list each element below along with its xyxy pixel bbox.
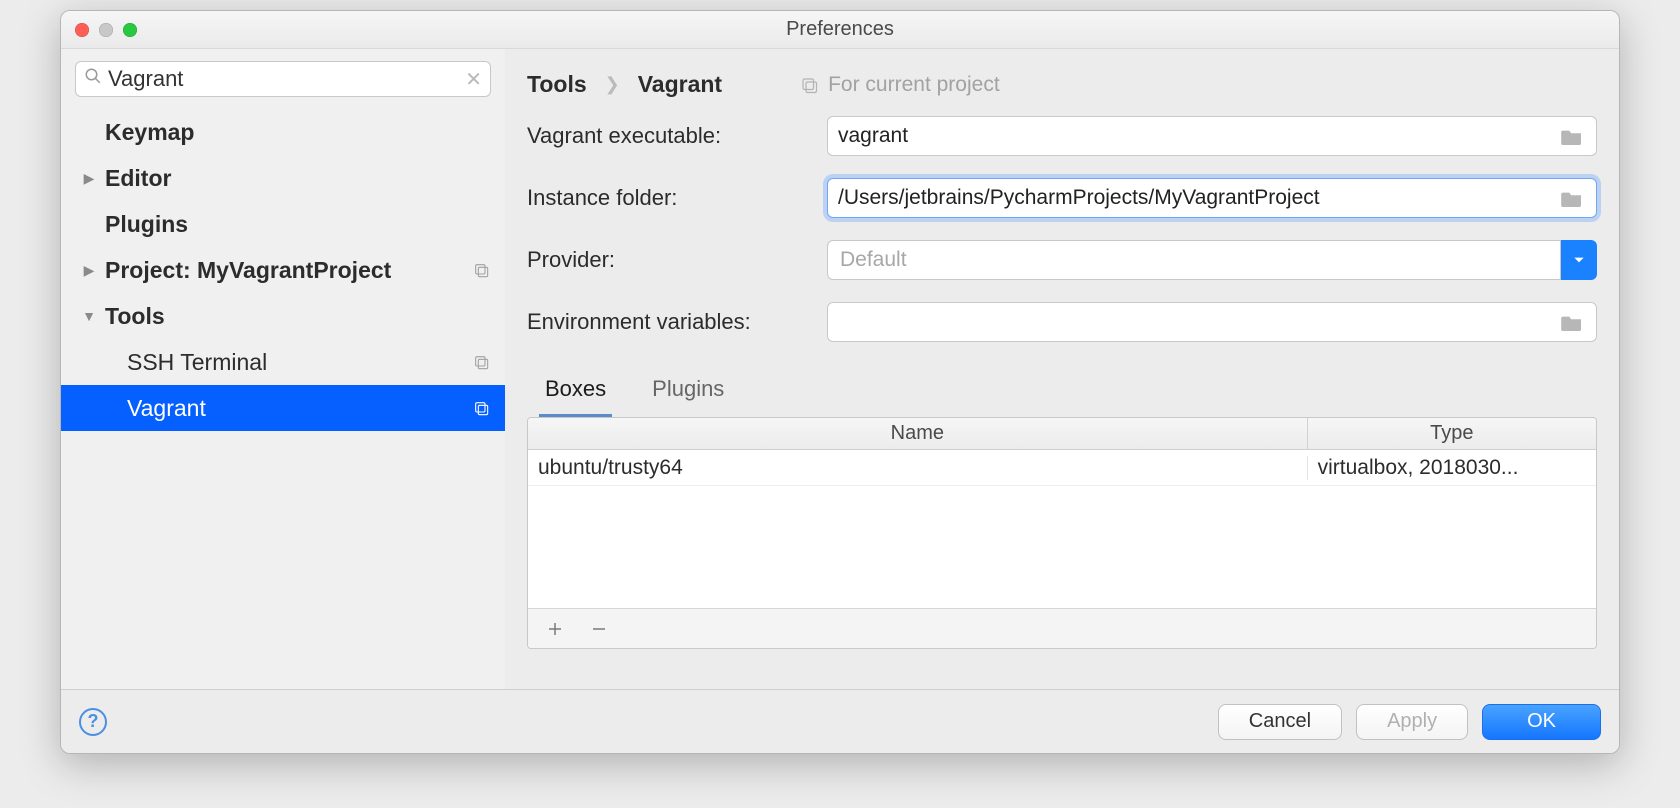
- dialog-footer: ? Cancel Apply OK: [61, 689, 1619, 753]
- window-title: Preferences: [61, 18, 1619, 41]
- vagrant-executable-label: Vagrant executable:: [527, 123, 827, 149]
- col-header-type[interactable]: Type: [1308, 418, 1596, 449]
- tab-boxes[interactable]: Boxes: [539, 370, 612, 418]
- tree-label: Tools: [105, 303, 165, 330]
- preferences-sidebar: ✕ Keymap ▶ Editor Plugins ▶ Pro: [61, 49, 505, 689]
- clear-search-icon[interactable]: ✕: [465, 67, 482, 92]
- browse-folder-icon[interactable]: [1558, 189, 1586, 207]
- provider-value: Default: [840, 248, 907, 272]
- preferences-window: Preferences ✕ Keymap ▶: [60, 10, 1620, 754]
- table-toolbar: [528, 608, 1596, 648]
- env-vars-field[interactable]: [827, 302, 1597, 342]
- tree-label: Editor: [105, 165, 171, 192]
- table-header: Name Type: [528, 418, 1596, 450]
- add-button[interactable]: [544, 618, 566, 640]
- tab-plugins[interactable]: Plugins: [646, 370, 730, 417]
- tree-item-tools[interactable]: ▼ Tools: [61, 293, 505, 339]
- project-scope-icon: [471, 398, 491, 418]
- vagrant-tabs: Boxes Plugins: [527, 370, 1597, 417]
- col-header-name[interactable]: Name: [528, 418, 1308, 449]
- env-vars-input[interactable]: [838, 310, 1558, 334]
- browse-folder-icon[interactable]: [1558, 127, 1586, 145]
- project-scope-label: For current project: [800, 73, 1000, 97]
- apply-button[interactable]: Apply: [1356, 704, 1468, 740]
- window-controls: [61, 23, 137, 37]
- tree-item-keymap[interactable]: Keymap: [61, 109, 505, 155]
- provider-dropdown-button[interactable]: [1561, 240, 1597, 280]
- chevron-right-icon: ▶: [79, 170, 99, 187]
- instance-folder-label: Instance folder:: [527, 185, 827, 211]
- chevron-right-icon: ❯: [605, 74, 620, 95]
- chevron-right-icon: ▶: [79, 262, 99, 279]
- remove-button[interactable]: [588, 618, 610, 640]
- ok-button[interactable]: OK: [1482, 704, 1601, 740]
- provider-label: Provider:: [527, 247, 827, 273]
- breadcrumb-root: Tools: [527, 71, 587, 98]
- cell-type: virtualbox, 2018030...: [1308, 456, 1596, 480]
- search-icon: [84, 67, 102, 91]
- tree-item-editor[interactable]: ▶ Editor: [61, 155, 505, 201]
- table-body: ubuntu/trusty64virtualbox, 2018030...: [528, 450, 1596, 608]
- tree-label: Project: MyVagrantProject: [105, 257, 391, 284]
- tree-item-project[interactable]: ▶ Project: MyVagrantProject: [61, 247, 505, 293]
- breadcrumb-leaf: Vagrant: [638, 71, 722, 98]
- main-panel: Tools ❯ Vagrant For current project Vagr…: [505, 49, 1619, 689]
- close-window-button[interactable]: [75, 23, 89, 37]
- tree-item-vagrant[interactable]: Vagrant: [61, 385, 505, 431]
- breadcrumb: Tools ❯ Vagrant For current project: [527, 63, 1597, 116]
- vagrant-executable-field[interactable]: [827, 116, 1597, 156]
- titlebar: Preferences: [61, 11, 1619, 49]
- minimize-window-button[interactable]: [99, 23, 113, 37]
- search-input[interactable]: [102, 66, 465, 92]
- help-button[interactable]: ?: [79, 708, 107, 736]
- project-scope-icon: [471, 352, 491, 372]
- tree-label: Keymap: [105, 119, 194, 146]
- browse-icon[interactable]: [1558, 313, 1586, 331]
- vagrant-executable-input[interactable]: [838, 124, 1558, 148]
- tree-label: SSH Terminal: [127, 349, 267, 376]
- search-field[interactable]: ✕: [75, 61, 491, 97]
- env-vars-label: Environment variables:: [527, 309, 827, 335]
- provider-select[interactable]: Default: [827, 240, 1561, 280]
- tree-label: Plugins: [105, 211, 188, 238]
- tree-item-ssh-terminal[interactable]: SSH Terminal: [61, 339, 505, 385]
- boxes-table: Name Type ubuntu/trusty64virtualbox, 201…: [527, 417, 1597, 649]
- chevron-down-icon: ▼: [79, 308, 99, 324]
- tree-item-plugins[interactable]: Plugins: [61, 201, 505, 247]
- project-scope-icon: [471, 260, 491, 280]
- cell-name: ubuntu/trusty64: [528, 456, 1308, 480]
- table-row[interactable]: ubuntu/trusty64virtualbox, 2018030...: [528, 450, 1596, 486]
- instance-folder-input[interactable]: [838, 186, 1558, 210]
- preferences-tree: Keymap ▶ Editor Plugins ▶ Project: MyVag…: [61, 103, 505, 431]
- zoom-window-button[interactable]: [123, 23, 137, 37]
- instance-folder-field[interactable]: [827, 178, 1597, 218]
- cancel-button[interactable]: Cancel: [1218, 704, 1342, 740]
- tree-label: Vagrant: [127, 395, 206, 422]
